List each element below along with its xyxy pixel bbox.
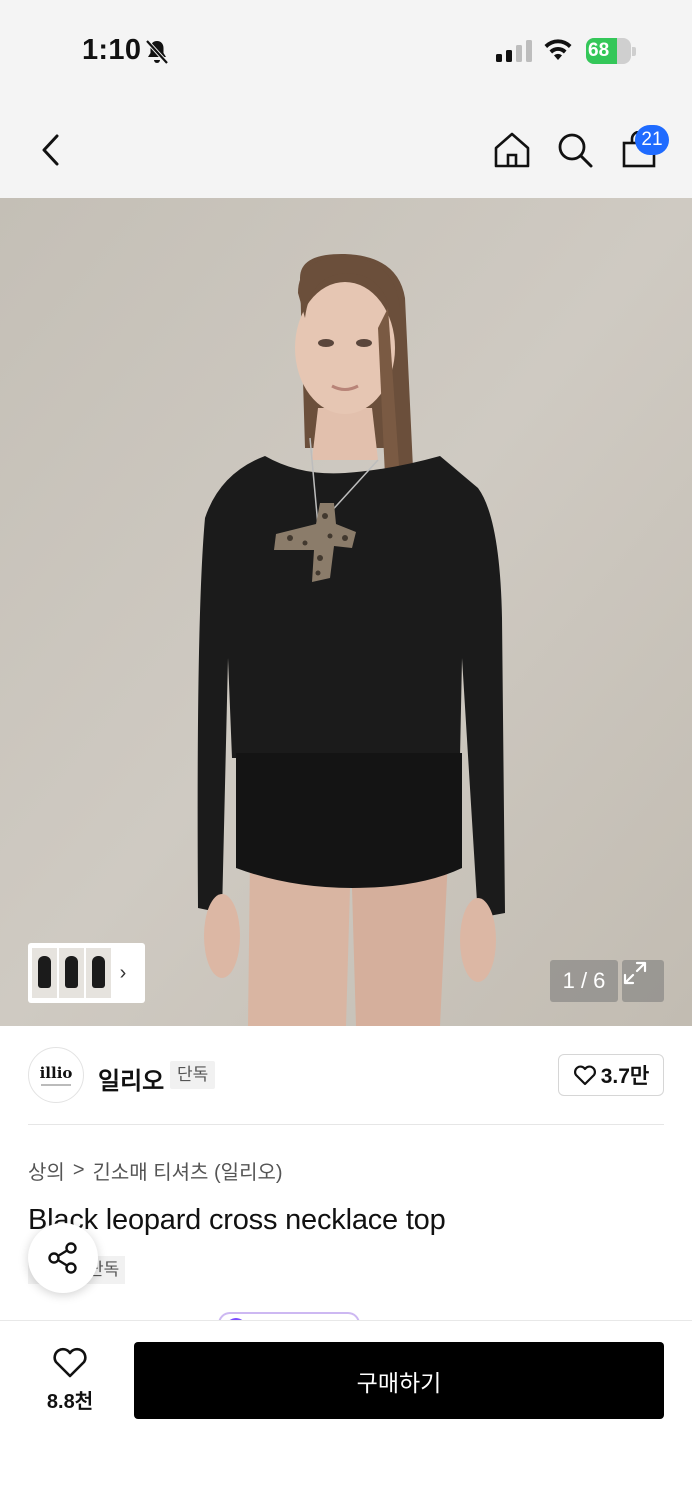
search-icon [558,133,593,168]
wishlist-count: 8.8천 [46,1390,94,1413]
share-icon [48,1242,77,1274]
thumbnail-image[interactable] [32,948,57,998]
product-photo [0,198,692,1026]
heart-icon [53,1347,87,1377]
brand-logo[interactable]: illio [28,1047,84,1103]
cellular-signal-icon [496,40,532,62]
thumbnail-image[interactable] [59,948,84,998]
product-title: Black leopard cross necklace top [28,1204,446,1236]
home-icon [494,132,530,168]
buy-button[interactable]: 구매하기 [134,1342,664,1419]
breadcrumb-category[interactable]: 상의 [28,1156,65,1185]
battery-indicator: 68 [586,38,636,64]
back-icon [42,134,59,166]
thumbnail-strip[interactable]: › [28,943,145,1003]
brand-name[interactable]: 일리오 [98,1061,164,1096]
exclusive-badge: 단독 [170,1061,216,1089]
image-page-counter: 1 / 6 [550,960,618,1002]
expand-icon [623,961,647,985]
breadcrumb: 상의 > 긴소매 티셔츠 (일리오) [28,1156,283,1185]
heart-icon [573,1065,596,1086]
chevron-right-icon: › [119,961,127,984]
status-time: 1:10 [82,34,142,66]
share-button[interactable] [28,1223,98,1293]
brand-like-count: 3.7만 [600,1065,650,1088]
bell-off-icon [145,39,169,65]
fullscreen-button[interactable] [622,960,664,1002]
divider [28,1124,664,1125]
battery-percent: 68 [588,40,610,61]
brand-like-button[interactable]: 3.7만 [558,1054,664,1096]
product-image-gallery[interactable]: › 1 / 6 [0,198,692,1026]
wishlist-button[interactable]: 8.8천 [30,1340,110,1420]
breadcrumb-subcategory[interactable]: 긴소매 티셔츠 (일리오) [93,1156,283,1185]
cart-count-badge: 21 [635,125,669,155]
back-button[interactable] [30,130,70,170]
wifi-icon [544,39,572,60]
status-bar: 1:10 68 [0,0,692,100]
thumbnail-image[interactable] [86,948,111,998]
breadcrumb-separator: > [72,1159,85,1181]
brand-logo-text: illio [39,1063,73,1082]
home-button[interactable] [492,130,532,170]
top-nav-bar [0,100,692,198]
search-button[interactable] [555,130,595,170]
